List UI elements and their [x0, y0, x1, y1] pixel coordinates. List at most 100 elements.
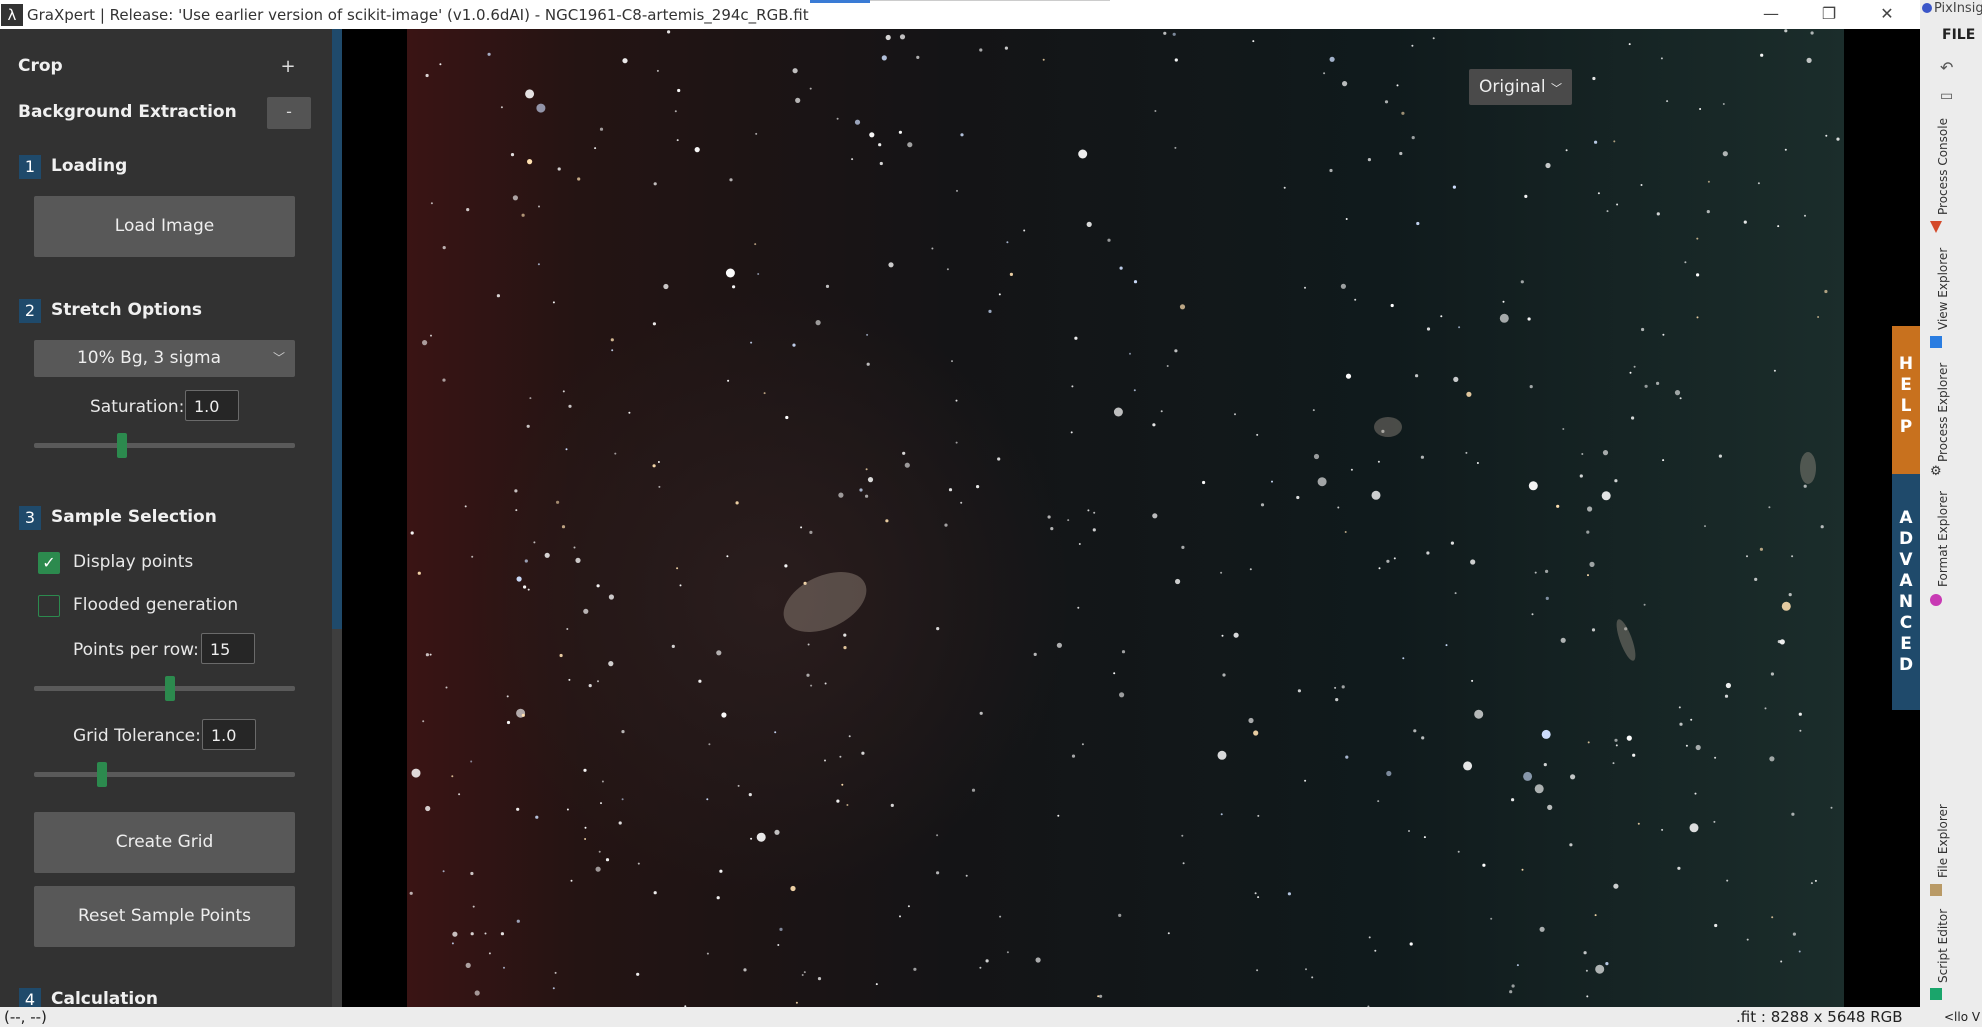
star: [471, 555, 474, 558]
star: [488, 952, 491, 955]
star: [608, 661, 614, 667]
step-title-calculation: Calculation: [51, 989, 158, 1007]
points-per-row-label: Points per row:: [73, 640, 199, 660]
adv-letters-letter: C: [1899, 613, 1913, 633]
pixinsight-logo-icon: [1922, 3, 1932, 13]
points-per-row-slider-handle[interactable]: [164, 676, 175, 701]
star: [1071, 385, 1074, 388]
star: [1175, 578, 1181, 585]
star: [1465, 451, 1468, 454]
star: [1377, 800, 1380, 803]
star: [1502, 300, 1505, 303]
star: [1256, 433, 1259, 436]
saturation-input[interactable]: 1.0: [185, 390, 239, 421]
star: [1543, 763, 1547, 767]
background-extraction-header[interactable]: Background Extraction: [18, 102, 237, 122]
file-menu[interactable]: FILE: [1942, 27, 1975, 43]
crop-expand-button[interactable]: +: [276, 55, 300, 79]
star: [971, 788, 976, 792]
star: [1341, 685, 1345, 689]
image-viewport[interactable]: Original ﹀: [342, 29, 1920, 1007]
points-per-row-slider[interactable]: [34, 676, 295, 701]
star: [1666, 100, 1669, 103]
star: [1810, 882, 1813, 885]
star: [979, 711, 983, 715]
star: [552, 987, 555, 990]
background-extraction-collapse-button[interactable]: -: [267, 97, 311, 129]
help-tab[interactable]: HELP: [1892, 326, 1920, 474]
star: [1099, 994, 1103, 998]
star: [1078, 149, 1088, 159]
star: [554, 971, 557, 974]
star: [1587, 574, 1589, 577]
file-explorer-tab[interactable]: File Explorer: [1936, 804, 1950, 878]
star: [955, 399, 958, 402]
minimize-button[interactable]: —: [1748, 0, 1794, 29]
star: [1354, 298, 1357, 301]
galaxy: [1800, 452, 1816, 484]
star: [1179, 304, 1186, 310]
star: [1490, 917, 1493, 920]
star: [561, 525, 566, 529]
star: [1521, 868, 1524, 871]
star: [409, 891, 413, 895]
create-grid-button[interactable]: Create Grid: [34, 812, 295, 873]
star: [1633, 365, 1636, 368]
star: [1220, 571, 1223, 574]
star: [726, 555, 729, 558]
display-points-checkbox[interactable]: ✓: [38, 552, 60, 574]
star: [1589, 561, 1595, 568]
undo-icon[interactable]: ↶: [1940, 58, 1953, 77]
star: [451, 942, 454, 945]
saturation-slider[interactable]: [34, 433, 295, 458]
close-button[interactable]: ✕: [1864, 0, 1910, 29]
star: [1524, 194, 1528, 198]
star: [1684, 261, 1687, 264]
view-mode-dropdown[interactable]: Original ﹀: [1469, 69, 1572, 105]
star: [792, 343, 796, 347]
advanced-tab[interactable]: ADVANCED: [1892, 474, 1920, 710]
star: [1545, 569, 1549, 574]
star: [801, 974, 804, 976]
points-per-row-input[interactable]: 15: [201, 633, 255, 664]
star: [1770, 672, 1774, 676]
restore-button[interactable]: ❐: [1806, 0, 1852, 29]
format-explorer-tab[interactable]: Format Explorer: [1936, 491, 1950, 587]
script-editor-tab[interactable]: Script Editor: [1936, 909, 1950, 983]
star: [1426, 327, 1431, 331]
star: [1113, 672, 1116, 675]
star: [1311, 976, 1314, 979]
star: [936, 834, 939, 837]
star: [1390, 303, 1394, 308]
window-title: GraXpert | Release: 'Use earlier version…: [27, 5, 809, 24]
star: [1662, 333, 1665, 336]
star: [1271, 480, 1273, 483]
star: [1457, 850, 1460, 853]
star: [1714, 756, 1717, 759]
star: [583, 768, 587, 772]
flooded-generation-checkbox[interactable]: [38, 595, 60, 617]
star: [594, 147, 597, 150]
star: [1097, 995, 1100, 998]
star: [1402, 657, 1405, 660]
star: [552, 301, 555, 304]
load-image-button[interactable]: Load Image: [34, 196, 295, 257]
process-explorer-tab[interactable]: Process Explorer: [1936, 363, 1950, 462]
star: [496, 294, 500, 298]
star: [960, 501, 963, 504]
crop-header[interactable]: Crop: [18, 56, 63, 76]
view-explorer-tab[interactable]: View Explorer: [1936, 248, 1950, 330]
grid-tolerance-slider-handle[interactable]: [96, 762, 107, 787]
saturation-slider-handle[interactable]: [116, 433, 127, 458]
star: [1050, 527, 1054, 531]
star: [1560, 637, 1566, 643]
grid-tolerance-slider[interactable]: [34, 762, 295, 787]
grid-tolerance-input[interactable]: 1.0: [202, 719, 256, 750]
star: [1626, 735, 1632, 741]
left-panel-scrollbar-thumb[interactable]: [332, 29, 342, 629]
process-console-tab[interactable]: Process Console: [1936, 118, 1950, 215]
stretch-dropdown[interactable]: 10% Bg, 3 sigma ﹀: [34, 340, 295, 377]
monitor-icon[interactable]: ▭: [1940, 88, 1953, 104]
reset-sample-points-button[interactable]: Reset Sample Points: [34, 886, 295, 947]
star: [1476, 462, 1479, 464]
